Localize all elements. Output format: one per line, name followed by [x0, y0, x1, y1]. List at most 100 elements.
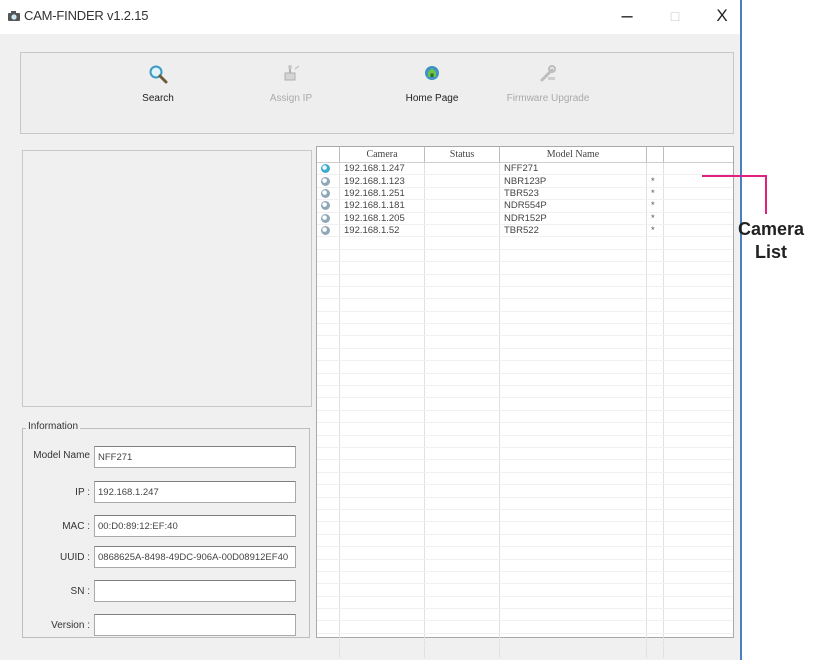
camera-status-icon-cell	[317, 162, 340, 176]
empty-cell	[663, 559, 733, 572]
firmware-upgrade-button[interactable]: Firmware Upgrade	[493, 63, 603, 127]
empty-cell	[663, 397, 733, 411]
empty-cell	[663, 335, 733, 349]
empty-cell	[499, 472, 647, 486]
ip-label: IP :	[75, 487, 90, 498]
ip-field[interactable]: 192.168.1.247	[94, 481, 296, 503]
empty-cell	[499, 447, 647, 461]
empty-cell	[499, 608, 647, 622]
camera-row[interactable]: 192.168.1.205 NDR152P *	[317, 212, 733, 225]
empty-cell	[499, 521, 647, 535]
empty-cell	[646, 559, 664, 572]
empty-cell	[424, 620, 500, 634]
empty-cell	[499, 534, 647, 548]
mac-field[interactable]: 00:D0:89:12:EF:40	[94, 515, 296, 537]
camera-status-cell	[424, 174, 500, 188]
empty-cell	[499, 410, 647, 424]
camera-column-header[interactable]: Camera	[339, 147, 425, 163]
empty-cell	[499, 286, 647, 300]
empty-cell	[339, 435, 425, 449]
empty-cell	[663, 286, 733, 300]
empty-cell	[339, 633, 425, 647]
empty-row	[317, 559, 733, 572]
empty-cell	[646, 249, 664, 263]
empty-cell	[424, 261, 500, 275]
empty-cell	[317, 620, 340, 634]
version-field[interactable]	[94, 614, 296, 636]
icon-column-header[interactable]	[317, 147, 340, 163]
empty-cell	[499, 261, 647, 275]
empty-cell	[317, 298, 340, 312]
empty-cell	[663, 447, 733, 461]
empty-cell	[317, 397, 340, 411]
status-column-header[interactable]: Status	[424, 147, 500, 163]
camera-globe-icon	[321, 176, 330, 186]
camera-row[interactable]: 192.168.1.181 NDR554P *	[317, 199, 733, 213]
tools-icon	[540, 65, 556, 82]
camera-row[interactable]: 192.168.1.247 NFF271	[317, 162, 733, 176]
empty-cell	[339, 335, 425, 349]
empty-cell	[663, 645, 733, 659]
empty-cell	[424, 484, 500, 498]
empty-cell	[663, 298, 733, 312]
camera-mark-cell: *	[646, 174, 664, 188]
empty-cell	[646, 497, 664, 510]
sn-field[interactable]	[94, 580, 296, 602]
empty-cell	[317, 236, 340, 250]
empty-cell	[663, 571, 733, 585]
empty-cell	[424, 249, 500, 263]
close-button[interactable]: X	[707, 3, 737, 29]
camera-row[interactable]: 192.168.1.123 NBR123P *	[317, 174, 733, 188]
camera-preview-panel	[22, 150, 312, 407]
empty-row	[317, 546, 733, 560]
empty-cell	[663, 472, 733, 486]
empty-cell	[339, 620, 425, 634]
camera-status-icon-cell	[317, 174, 340, 188]
empty-cell	[424, 422, 500, 436]
camera-status-icon-cell	[317, 224, 340, 238]
empty-cell	[499, 509, 647, 523]
model-name-field[interactable]: NFF271	[94, 446, 296, 468]
empty-row	[317, 447, 733, 461]
camera-globe-icon	[321, 201, 330, 211]
home-page-button[interactable]: Home Page	[377, 63, 487, 127]
camera-ip-cell: 192.168.1.247	[339, 162, 425, 176]
camera-ip-cell: 192.168.1.123	[339, 174, 425, 188]
empty-cell	[339, 509, 425, 523]
empty-cell	[317, 546, 340, 560]
empty-cell	[424, 447, 500, 461]
magnifier-icon	[149, 65, 168, 84]
camera-status-icon-cell	[317, 212, 340, 225]
empty-row	[317, 435, 733, 449]
camera-app-icon	[8, 11, 20, 21]
minimize-button[interactable]: –	[612, 3, 642, 29]
empty-cell	[317, 323, 340, 337]
extra-column-header[interactable]	[646, 147, 664, 163]
camera-row[interactable]: 192.168.1.52 TBR522 *	[317, 224, 733, 238]
empty-cell	[317, 447, 340, 461]
empty-cell	[424, 633, 500, 647]
camera-row[interactable]: 192.168.1.251 TBR523 *	[317, 187, 733, 201]
empty-cell	[424, 559, 500, 572]
model-name-column-header[interactable]: Model Name	[499, 147, 647, 163]
uuid-field[interactable]: 0868625A-8498-49DC-906A-00D08912EF40	[94, 546, 296, 568]
empty-cell	[499, 249, 647, 263]
empty-cell	[499, 385, 647, 399]
empty-cell	[663, 435, 733, 449]
camera-mark-cell: *	[646, 199, 664, 213]
empty-row	[317, 261, 733, 275]
assign-ip-button[interactable]: Assign IP	[236, 63, 346, 127]
empty-cell	[339, 645, 425, 659]
search-button[interactable]: Search	[103, 63, 213, 127]
camera-globe-icon	[321, 164, 330, 174]
empty-cell	[499, 422, 647, 436]
empty-cell	[499, 323, 647, 337]
maximize-button[interactable]: □	[660, 3, 690, 29]
empty-cell	[646, 348, 664, 362]
cam-finder-window: CAM-FINDER v1.2.15 – □ X Search Assign I…	[0, 0, 742, 660]
empty-row	[317, 236, 733, 250]
empty-cell	[424, 521, 500, 535]
empty-row	[317, 249, 733, 263]
empty-cell	[663, 410, 733, 424]
empty-row	[317, 620, 733, 634]
